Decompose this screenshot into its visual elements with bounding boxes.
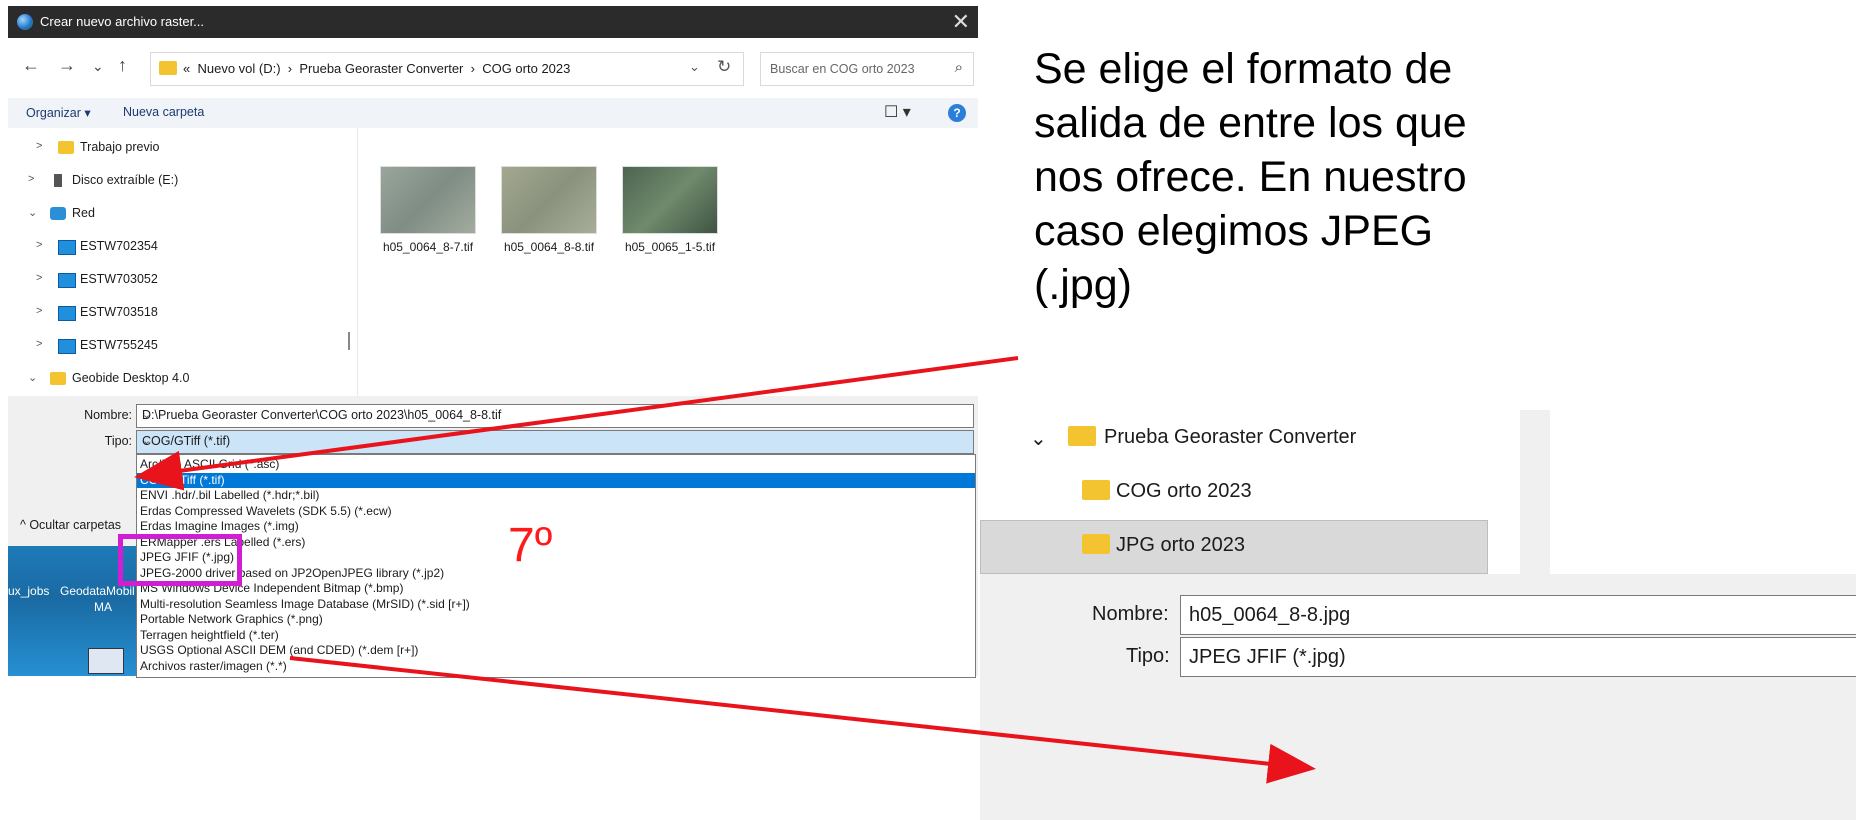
arrow-to-tipo (289, 656, 1316, 784)
annotation-arrows (134, 356, 1316, 784)
arrow-to-nombre (134, 356, 1019, 491)
